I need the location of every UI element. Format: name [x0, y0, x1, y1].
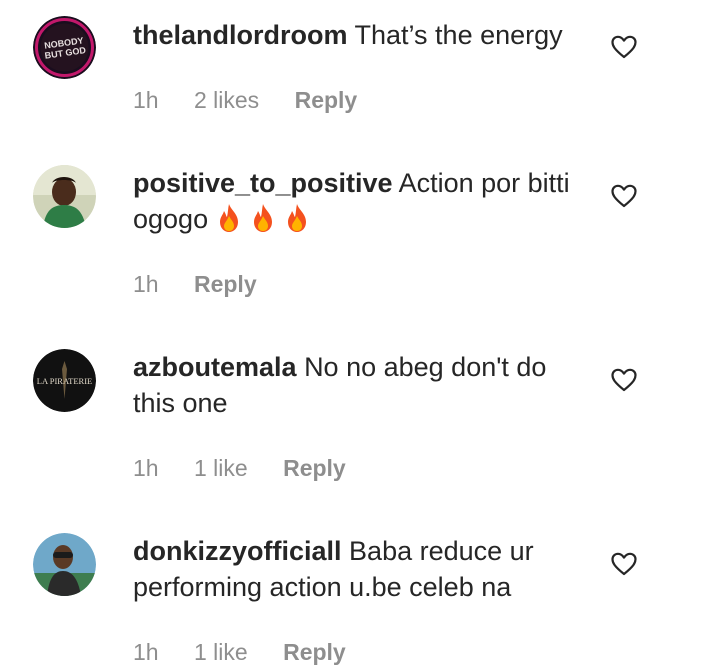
- comment-likes[interactable]: 1 like: [194, 455, 248, 481]
- fire-emoji: [288, 204, 307, 232]
- comment-username[interactable]: donkizzyofficiall: [133, 536, 342, 566]
- comment-likes[interactable]: 2 likes: [194, 87, 259, 113]
- reply-button[interactable]: Reply: [283, 639, 346, 665]
- comment-username[interactable]: positive_to_positive: [133, 168, 393, 198]
- comment-likes[interactable]: 1 like: [194, 639, 248, 665]
- heart-outline-icon[interactable]: [611, 552, 637, 576]
- avatar[interactable]: LA PIRATERIE: [33, 349, 96, 412]
- comment-meta: 1h 2 likes Reply: [133, 85, 386, 115]
- heart-outline-icon[interactable]: [611, 368, 637, 392]
- comment-username[interactable]: azboutemala: [133, 352, 297, 382]
- fire-emoji: [254, 204, 273, 232]
- fire-emoji: [220, 204, 239, 232]
- heart-outline-icon[interactable]: [611, 35, 637, 59]
- reply-button[interactable]: Reply: [194, 271, 257, 297]
- comment-time: 1h: [133, 455, 159, 481]
- comment-meta: 1h Reply: [133, 269, 286, 299]
- comment-username[interactable]: thelandlordroom: [133, 20, 348, 50]
- avatar[interactable]: [33, 165, 96, 228]
- comment-text: donkizzyofficiall Baba reduce ur perform…: [133, 533, 588, 605]
- comment-time: 1h: [133, 271, 159, 297]
- comment-time: 1h: [133, 639, 159, 665]
- reply-button[interactable]: Reply: [295, 87, 358, 113]
- avatar[interactable]: NOBODY BUT GOD: [33, 16, 96, 79]
- reply-button[interactable]: Reply: [283, 455, 346, 481]
- comment-meta: 1h 1 like Reply: [133, 637, 375, 667]
- avatar[interactable]: [33, 533, 96, 596]
- heart-outline-icon[interactable]: [611, 184, 637, 208]
- comment-text: positive_to_positive Action por bitti og…: [133, 165, 588, 237]
- comment-body: That’s the energy: [354, 20, 563, 50]
- comment-text: thelandlordroom That’s the energy: [133, 17, 588, 53]
- comment-text: azboutemala No no abeg don't do this one: [133, 349, 588, 421]
- svg-text:LA PIRATERIE: LA PIRATERIE: [37, 376, 93, 386]
- comment-meta: 1h 1 like Reply: [133, 453, 375, 483]
- comment-time: 1h: [133, 87, 159, 113]
